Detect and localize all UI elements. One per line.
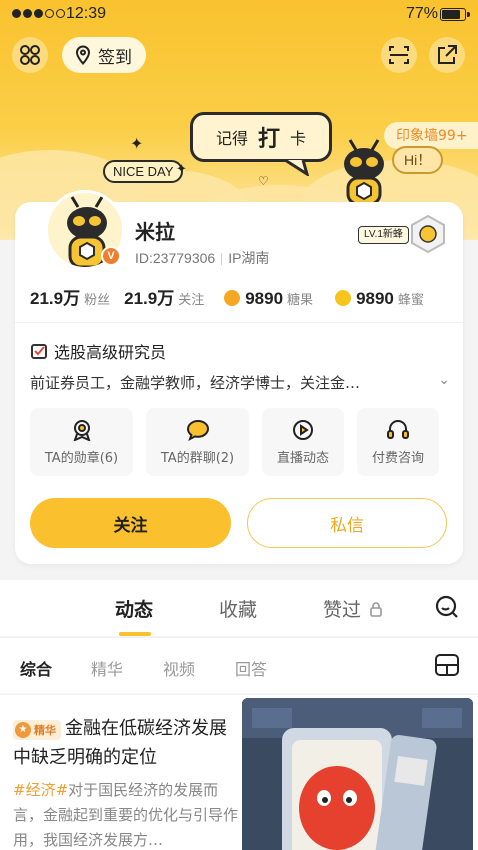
subtab-answers[interactable]: 回答 — [235, 656, 267, 680]
battery-percent: 77% — [406, 5, 439, 22]
stat-fans[interactable]: 21.9万 粉丝 — [30, 284, 110, 309]
post-body-line: #经济#对于国民经济的发展而言，金融起到重要的优化与引导作用，我国经济发展方… — [5, 772, 238, 850]
grid-icon — [20, 45, 40, 65]
candy-coin-icon — [224, 290, 241, 306]
level-tag[interactable]: LV.1新蜂 — [358, 226, 409, 244]
bio[interactable]: 前证券员工，金融学教师，经济学博士，关注金… ⌄ — [30, 372, 450, 393]
signin-button[interactable]: 签到 — [62, 37, 146, 73]
star-icon: ★ — [15, 722, 31, 738]
active-tab-indicator — [119, 632, 151, 636]
medal-icon — [73, 419, 90, 441]
signal-icon — [12, 9, 65, 18]
stat-candy[interactable]: 9890 糖果 — [224, 289, 313, 309]
tile-medals-label: TA的勋章(6) — [44, 450, 119, 466]
tile-live-label: 直播动态 — [276, 450, 329, 466]
featured-badge: ★ 精华 — [13, 720, 61, 740]
profile-ip: IP湖南 — [228, 250, 270, 266]
tile-medals[interactable]: TA的勋章(6) — [30, 408, 133, 476]
tile-live[interactable]: 直播动态 — [262, 408, 344, 476]
share-button[interactable] — [429, 37, 465, 73]
chevron-down-icon[interactable]: ⌄ — [438, 372, 450, 388]
tile-group-chats[interactable]: TA的群聊(2) — [146, 408, 249, 476]
certification: 选股高级研究员 — [30, 339, 166, 363]
main-tabs: 动态 收藏 赞过 — [0, 580, 478, 636]
bubble-tail-icon — [285, 160, 310, 176]
subtab-all[interactable]: 综合 — [20, 656, 52, 680]
tab-favorites[interactable]: 收藏 — [219, 595, 257, 622]
bubble-text-mid: 打 — [257, 127, 280, 152]
follow-button[interactable]: 关注 — [30, 498, 231, 548]
tile-paid-consult[interactable]: 付费咨询 — [357, 408, 439, 476]
tab-dynamics[interactable]: 动态 — [115, 595, 153, 622]
fridge-mascot-image — [242, 698, 473, 850]
menu-grid-button[interactable] — [12, 37, 48, 73]
tile-group-chats-label: TA的群聊(2) — [160, 450, 235, 466]
location-pin-icon — [75, 45, 91, 65]
certification-text: 选股高级研究员 — [54, 343, 167, 362]
post-title-line: ★ 精华 金融在低碳经济发展中缺乏明确的定位 — [5, 698, 238, 772]
certified-check-icon — [31, 344, 47, 359]
post-hashtag[interactable]: #经济# — [13, 781, 68, 799]
bubble-text-left: 记得 — [215, 129, 248, 148]
bubble-text-right: 卡 — [290, 129, 307, 148]
layout-toggle-button[interactable] — [434, 652, 460, 682]
sub-tabs: 综合 精华 视频 回答 — [0, 637, 478, 693]
profile-id: ID:23779306 — [135, 250, 216, 266]
lock-icon — [370, 602, 382, 617]
battery-icon — [440, 8, 470, 21]
live-play-icon — [293, 419, 313, 440]
subtab-videos[interactable]: 视频 — [163, 656, 195, 680]
divider — [15, 322, 463, 323]
feed-post[interactable]: ★ 精华 金融在低碳经济发展中缺乏明确的定位 #经济#对于国民经济的发展而言，金融起… — [5, 698, 238, 850]
impression-wall-link[interactable]: 印象墙99+ — [384, 122, 478, 149]
profile-stats: 21.9万 粉丝 21.9万 关注 9890 糖果 9890 蜂蜜 — [30, 284, 450, 312]
search-button[interactable] — [434, 594, 460, 624]
signin-label: 签到 — [98, 47, 132, 68]
post-thumbnail[interactable] — [242, 698, 473, 850]
hi-bubble: Hi！ — [392, 146, 444, 174]
level-hexagon-icon[interactable] — [409, 214, 447, 254]
stat-following[interactable]: 21.9万 关注 — [124, 284, 204, 309]
tile-paid-consult-label: 付费咨询 — [371, 450, 424, 466]
stat-honey[interactable]: 9890 蜂蜜 — [335, 289, 424, 309]
profile-name: 米拉 — [135, 220, 175, 244]
verified-badge-icon: V — [101, 246, 121, 266]
heart-icon: ♡ — [258, 174, 269, 188]
tab-liked-label: 赞过 — [323, 599, 362, 621]
profile-card: V 米拉 ID:23779306 IP湖南 LV.1新蜂 21.9万 粉丝 21.9… — [15, 190, 463, 564]
layout-grid-icon — [435, 654, 459, 676]
chat-bubble-icon — [186, 419, 209, 441]
share-icon — [438, 45, 457, 64]
nice-day-sticker: NICE DAY — [103, 160, 184, 183]
scan-icon — [389, 46, 409, 64]
sparkle-icon: ✦ — [130, 134, 144, 153]
bee-mascot-icon — [344, 139, 384, 206]
bio-text: 前证券员工，金融学教师，经济学博士，关注金… — [30, 374, 361, 392]
status-bar: 12:39 77% — [0, 0, 478, 30]
sparkle-icon: ✦ — [176, 162, 187, 177]
status-time: 12:39 — [66, 5, 107, 22]
honey-coin-icon — [335, 290, 352, 306]
tab-liked[interactable]: 赞过 — [323, 595, 383, 622]
subtab-featured[interactable]: 精华 — [91, 656, 123, 680]
search-icon — [435, 595, 458, 618]
headset-icon — [387, 419, 409, 439]
profile-id-line: ID:23779306 IP湖南 — [135, 248, 269, 268]
message-button[interactable]: 私信 — [247, 498, 447, 548]
checkin-reminder-bubble: 记得 打 卡 — [190, 112, 332, 162]
feed: ★ 精华 金融在低碳经济发展中缺乏明确的定位 #经济#对于国民经济的发展而言，金融起… — [0, 695, 478, 850]
scan-button[interactable] — [381, 37, 417, 73]
